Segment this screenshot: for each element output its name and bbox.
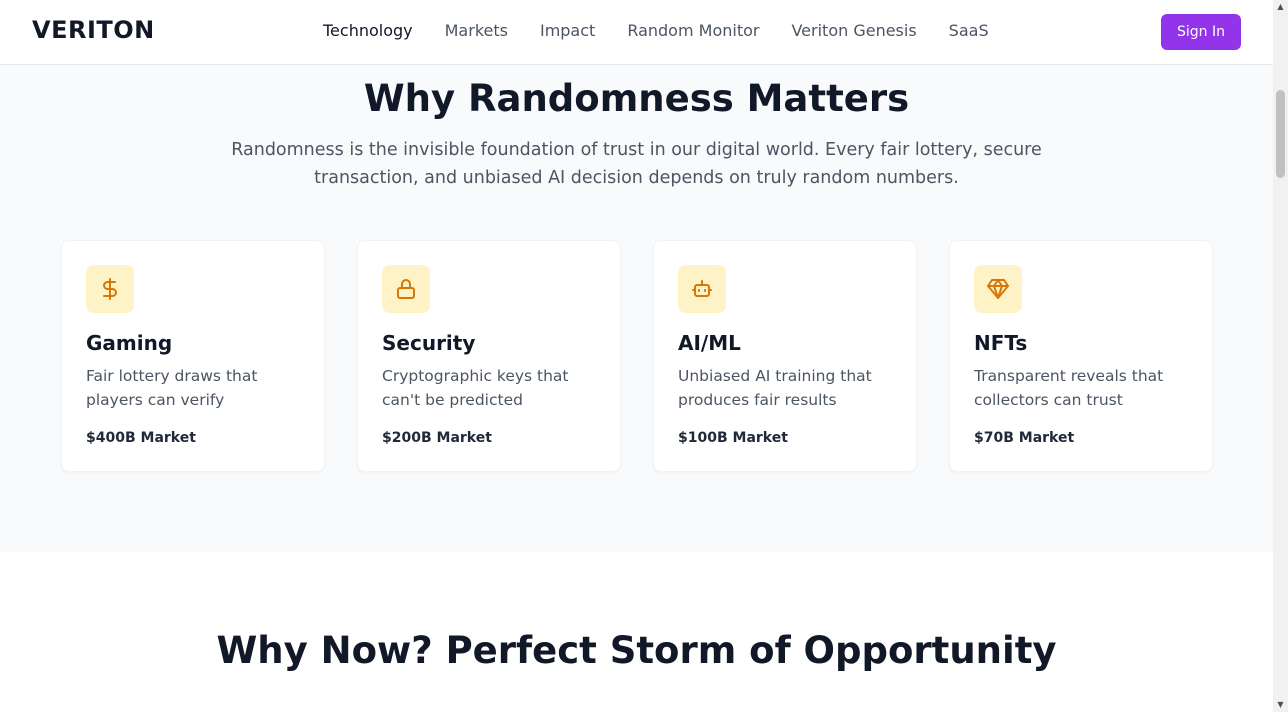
nav-veriton-genesis[interactable]: Veriton Genesis: [775, 20, 932, 42]
section-title: Why Randomness Matters: [363, 77, 910, 120]
nav-markets[interactable]: Markets: [429, 20, 524, 42]
card-desc-line-1: Fair lottery draws that: [86, 367, 258, 385]
nav-technology[interactable]: Technology: [307, 20, 429, 42]
card-description: Unbiased AI training that produces fair …: [678, 364, 898, 412]
card-desc-line-2: produces fair results: [678, 391, 837, 409]
nav-impact[interactable]: Impact: [524, 20, 611, 42]
card-title: NFTs: [974, 331, 1028, 355]
card-security: Security Cryptographic keys that can't b…: [357, 240, 621, 472]
card-market-size: $200B Market: [382, 430, 492, 446]
nav-saas[interactable]: SaaS: [933, 20, 1005, 42]
card-title: Security: [382, 331, 476, 355]
card-nfts: NFTs Transparent reveals that collectors…: [949, 240, 1213, 472]
subtitle-line-2: transaction, and unbiased AI decision de…: [314, 168, 959, 188]
card-description: Transparent reveals that collectors can …: [974, 364, 1194, 412]
card-desc-line-2: players can verify: [86, 391, 225, 409]
subtitle-line-1: Randomness is the invisible foundation o…: [231, 140, 1042, 160]
card-title: Gaming: [86, 331, 173, 355]
card-description: Fair lottery draws that players can veri…: [86, 364, 306, 412]
card-description: Cryptographic keys that can't be predict…: [382, 364, 602, 412]
card-desc-line-1: Unbiased AI training that: [678, 367, 872, 385]
page: VERITON Technology Markets Impact Random…: [0, 0, 1273, 712]
vertical-scrollbar[interactable]: ▲ ▼: [1273, 0, 1288, 712]
card-market-size: $400B Market: [86, 430, 196, 446]
sign-in-button[interactable]: Sign In: [1161, 14, 1241, 50]
card-market-size: $100B Market: [678, 430, 788, 446]
scroll-down-arrow-icon[interactable]: ▼: [1273, 698, 1288, 712]
card-gaming: Gaming Fair lottery draws that players c…: [61, 240, 325, 472]
section-subtitle: Randomness is the invisible foundation o…: [210, 136, 1063, 192]
why-now-title: Why Now? Perfect Storm of Opportunity: [216, 629, 1057, 672]
nav-random-monitor[interactable]: Random Monitor: [611, 20, 775, 42]
main-nav: Technology Markets Impact Random Monitor…: [307, 20, 1005, 42]
card-desc-line-2: can't be predicted: [382, 391, 523, 409]
scroll-up-arrow-icon[interactable]: ▲: [1273, 0, 1288, 14]
card-market-size: $70B Market: [974, 430, 1075, 446]
logo[interactable]: VERITON: [32, 16, 155, 44]
card-title: AI/ML: [678, 331, 741, 355]
card-desc-line-2: collectors can trust: [974, 391, 1123, 409]
scrollbar-thumb[interactable]: [1276, 90, 1285, 178]
site-header: VERITON Technology Markets Impact Random…: [0, 0, 1273, 65]
diamond-icon: [974, 265, 1022, 313]
lock-icon: [382, 265, 430, 313]
card-desc-line-1: Transparent reveals that: [974, 367, 1164, 385]
dollar-icon: [86, 265, 134, 313]
card-ai-ml: AI/ML Unbiased AI training that produces…: [653, 240, 917, 472]
robot-icon: [678, 265, 726, 313]
card-desc-line-1: Cryptographic keys that: [382, 367, 569, 385]
